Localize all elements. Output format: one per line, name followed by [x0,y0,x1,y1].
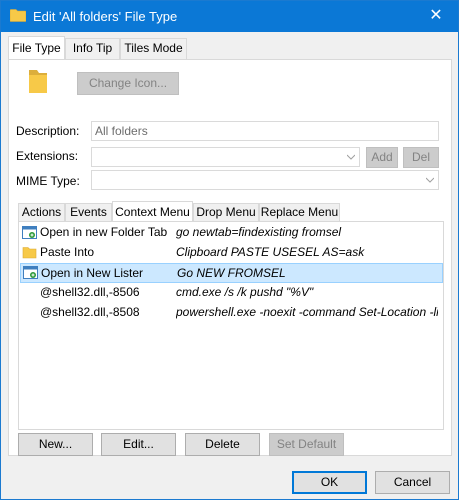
description-value: All folders [95,124,148,138]
extensions-combo[interactable] [91,147,360,167]
tab-actions[interactable]: Actions [18,203,65,221]
button-label: Del [411,150,430,164]
button-label: Add [371,150,393,164]
tab-replace-menu[interactable]: Replace Menu [259,203,340,221]
extensions-label: Extensions: [16,149,79,163]
delete-extension-button[interactable]: Del [403,147,439,168]
tab-drop-menu[interactable]: Drop Menu [193,203,259,221]
folder-icon [10,9,26,22]
tab-info-tip[interactable]: Info Tip [65,38,120,59]
item-command: go newtab=findexisting fromsel [176,225,342,239]
item-name: @shell32.dll,-8506 [40,285,140,299]
chevron-down-icon [426,177,434,183]
button-label: OK [320,475,339,489]
chevron-down-icon [347,154,355,160]
title-bar[interactable]: Edit 'All folders' File Type ✕ [1,1,458,32]
tab-label: Actions [21,205,62,219]
item-command: cmd.exe /s /k pushd "%V" [176,285,314,299]
list-item[interactable]: Paste Into Clipboard PASTE USESEL AS=ask [19,243,443,263]
tab-label: Context Menu [115,205,190,219]
tab-label: Events [70,205,107,219]
set-default-button[interactable]: Set Default [269,433,344,456]
new-button[interactable]: New... [18,433,93,456]
cancel-button[interactable]: Cancel [375,471,450,494]
file-type-folder-icon [29,70,47,93]
item-command: Go NEW FROMSEL [177,266,286,280]
tab-context-menu[interactable]: Context Menu [112,201,193,221]
tab-label: Tiles Mode [124,41,183,55]
button-label: Edit... [123,437,154,451]
tab-events[interactable]: Events [65,203,112,221]
tab-label: Drop Menu [196,205,256,219]
item-name: @shell32.dll,-8508 [40,305,140,319]
delete-button[interactable]: Delete [185,433,260,456]
list-item[interactable]: @shell32.dll,-8508 powershell.exe -noexi… [19,303,443,323]
item-name: Paste Into [40,245,95,259]
close-button[interactable]: ✕ [414,1,458,32]
tab-label: Info Tip [72,41,113,55]
item-name: Open in New Lister [41,266,144,280]
file-type-panel: Change Icon... Description: All folders … [8,59,452,456]
dialog-window: Edit 'All folders' File Type ✕ File Type… [0,0,459,500]
edit-button[interactable]: Edit... [101,433,176,456]
button-label: Cancel [393,475,432,489]
item-name: Open in new Folder Tab [40,225,168,239]
button-label: New... [38,437,73,451]
description-field[interactable]: All folders [91,121,439,141]
tab-label: File Type [12,41,61,55]
new-lister-icon [23,266,38,279]
mime-type-label: MIME Type: [16,174,80,188]
tab-file-type[interactable]: File Type [8,36,65,59]
list-item-selected[interactable]: Open in New Lister Go NEW FROMSEL [20,263,443,283]
item-command: powershell.exe -noexit -command Set-Loca… [176,305,438,319]
window-title: Edit 'All folders' File Type [33,9,178,24]
close-icon: ✕ [429,7,443,24]
list-item[interactable]: @shell32.dll,-8506 cmd.exe /s /k pushd "… [19,283,443,303]
mime-type-combo[interactable] [91,170,439,190]
context-menu-list[interactable]: Open in new Folder Tab go newtab=findexi… [18,221,444,430]
ok-button[interactable]: OK [292,471,367,494]
list-item[interactable]: Open in new Folder Tab go newtab=findexi… [19,223,443,243]
add-extension-button[interactable]: Add [366,147,398,168]
button-label: Set Default [276,437,337,451]
button-label: Change Icon... [88,76,168,90]
button-label: Delete [205,437,240,451]
folder-tab-icon [22,226,37,239]
folder-icon [22,247,37,259]
tab-tiles-mode[interactable]: Tiles Mode [120,38,187,59]
tab-label: Replace Menu [260,205,339,219]
item-command: Clipboard PASTE USESEL AS=ask [176,245,365,259]
change-icon-button[interactable]: Change Icon... [77,72,179,95]
description-label: Description: [16,124,80,138]
